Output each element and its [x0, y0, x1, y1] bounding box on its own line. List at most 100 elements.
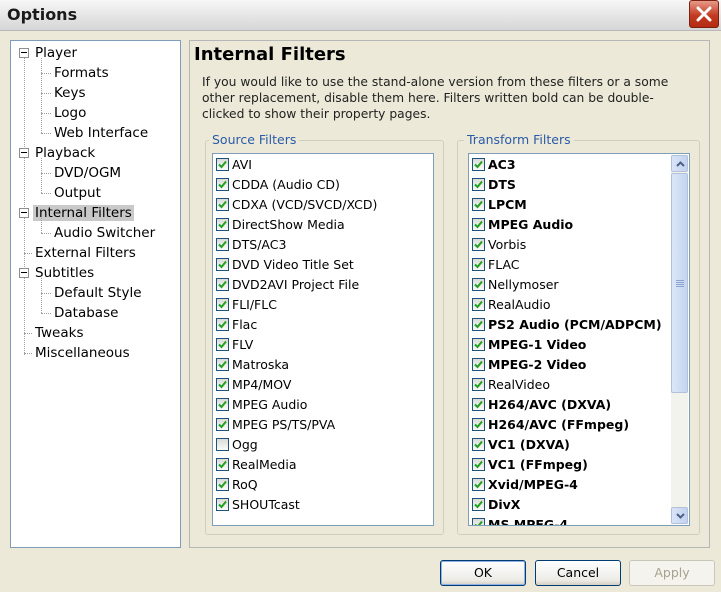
filter-label: H264/AVC (FFmpeg)	[488, 417, 630, 432]
checkbox[interactable]	[472, 158, 485, 171]
tree-item-formats[interactable]: Formats	[54, 64, 109, 82]
tree-item-logo[interactable]: Logo	[54, 104, 86, 122]
grip-line	[676, 282, 684, 283]
filter-label: AVI	[232, 157, 252, 172]
tree-item-label: Miscellaneous	[35, 345, 130, 361]
collapse-icon[interactable]	[19, 148, 29, 158]
checkbox[interactable]	[216, 338, 229, 351]
scroll-thumb[interactable]	[671, 173, 688, 393]
checkbox[interactable]	[216, 178, 229, 191]
filter-label: Vorbis	[488, 237, 527, 252]
tree-item-subtitles[interactable]: Subtitles	[35, 264, 94, 282]
filter-label: PS2 Audio (PCM/ADPCM)	[488, 317, 662, 332]
collapse-icon[interactable]	[19, 208, 29, 218]
scroll-down-button[interactable]	[671, 507, 688, 524]
checkbox[interactable]	[472, 318, 485, 331]
checkbox[interactable]	[472, 478, 485, 491]
tree-item-label: Tweaks	[35, 325, 84, 341]
checkbox[interactable]	[472, 238, 485, 251]
collapse-icon[interactable]	[19, 268, 29, 278]
source-filters-list[interactable]: AVI CDDA (Audio CD) CDXA (VCD/SVCD/XCD) Dir…	[212, 153, 434, 526]
filter-label: DTS/AC3	[232, 237, 287, 252]
ok-button[interactable]: OK	[440, 560, 526, 586]
checkbox[interactable]	[472, 298, 485, 311]
scroll-up-button[interactable]	[671, 155, 688, 172]
checkbox[interactable]	[472, 498, 485, 511]
filter-label: FLV	[232, 337, 254, 352]
filter-label: VC1 (DXVA)	[488, 437, 570, 452]
checkbox[interactable]	[216, 158, 229, 171]
filter-label: RoQ	[232, 477, 258, 492]
checkbox[interactable]	[216, 478, 229, 491]
checkbox[interactable]	[216, 238, 229, 251]
tree-item-web-interface[interactable]: Web Interface	[54, 124, 148, 142]
filter-label: FLAC	[488, 257, 520, 272]
tree-item-dvd-ogm[interactable]: DVD/OGM	[54, 164, 121, 182]
tree-connector	[41, 133, 51, 134]
filter-label: AC3	[488, 157, 516, 172]
checkbox[interactable]	[472, 378, 485, 391]
checkbox[interactable]	[216, 418, 229, 431]
tree-item-miscellaneous[interactable]: Miscellaneous	[35, 344, 130, 362]
checkbox[interactable]	[216, 218, 229, 231]
cancel-button[interactable]: Cancel	[535, 560, 621, 586]
tree-item-external-filters[interactable]: External Filters	[35, 244, 136, 262]
checkbox[interactable]	[216, 498, 229, 511]
filter-label: VC1 (FFmpeg)	[488, 457, 588, 472]
checkbox[interactable]	[216, 198, 229, 211]
checkbox[interactable]	[216, 278, 229, 291]
checkbox[interactable]	[216, 318, 229, 331]
collapse-icon[interactable]	[19, 48, 29, 58]
checkbox[interactable]	[216, 378, 229, 391]
tree-connector	[41, 93, 51, 94]
tree-connector	[41, 73, 51, 74]
filter-label: RealMedia	[232, 457, 297, 472]
checkbox[interactable]	[472, 198, 485, 211]
checkbox[interactable]	[216, 298, 229, 311]
tree-item-database[interactable]: Database	[54, 304, 118, 322]
title-bar: Options	[0, 0, 721, 31]
filter-label: CDXA (VCD/SVCD/XCD)	[232, 197, 378, 212]
close-button[interactable]	[689, 0, 719, 28]
filter-label: LPCM	[488, 197, 527, 212]
tree-item-label: Audio Switcher	[54, 225, 156, 241]
options-tree[interactable]: Player Formats Keys Logo Web Interface Playba…	[10, 40, 181, 548]
tree-item-playback[interactable]: Playback	[35, 144, 95, 162]
apply-button[interactable]: Apply	[629, 560, 715, 586]
checkbox[interactable]	[472, 458, 485, 471]
checkbox[interactable]	[472, 338, 485, 351]
checkbox[interactable]	[472, 178, 485, 191]
checkbox[interactable]	[216, 438, 229, 451]
grip-line	[676, 286, 684, 287]
checkbox[interactable]	[472, 358, 485, 371]
tree-item-tweaks[interactable]: Tweaks	[35, 324, 83, 342]
checkbox[interactable]	[472, 418, 485, 431]
checkbox[interactable]	[216, 358, 229, 371]
checkmark-icon	[218, 160, 227, 169]
tree-item-keys[interactable]: Keys	[54, 84, 86, 102]
tree-item-audio-switcher[interactable]: Audio Switcher	[54, 224, 155, 242]
tree-item-internal-filters[interactable]: Internal Filters	[33, 204, 134, 222]
checkbox[interactable]	[472, 438, 485, 451]
tree-connector	[41, 233, 51, 234]
transform-filters-list[interactable]: AC3 DTS LPCM MPEG Audio Vorbis FLAC Nellymoser…	[468, 153, 690, 526]
checkbox[interactable]	[472, 278, 485, 291]
tree-item-label: Internal Filters	[33, 205, 134, 221]
checkbox[interactable]	[216, 458, 229, 471]
checkbox[interactable]	[216, 258, 229, 271]
filter-label: Xvid/MPEG-4	[488, 477, 578, 492]
checkbox[interactable]	[472, 518, 485, 525]
tree-item-default-style[interactable]: Default Style	[54, 284, 142, 302]
tree-connector	[41, 313, 51, 314]
filter-label: DTS	[488, 177, 516, 192]
checkbox[interactable]	[472, 258, 485, 271]
checkbox[interactable]	[216, 398, 229, 411]
filter-label: MPEG-1 Video	[488, 337, 587, 352]
checkbox[interactable]	[472, 218, 485, 231]
scrollbar[interactable]	[671, 155, 688, 524]
tree-connector	[41, 58, 42, 133]
tree-connector	[41, 293, 51, 294]
checkbox[interactable]	[472, 398, 485, 411]
tree-item-output[interactable]: Output	[54, 184, 101, 202]
filter-label: SHOUTcast	[232, 497, 300, 512]
